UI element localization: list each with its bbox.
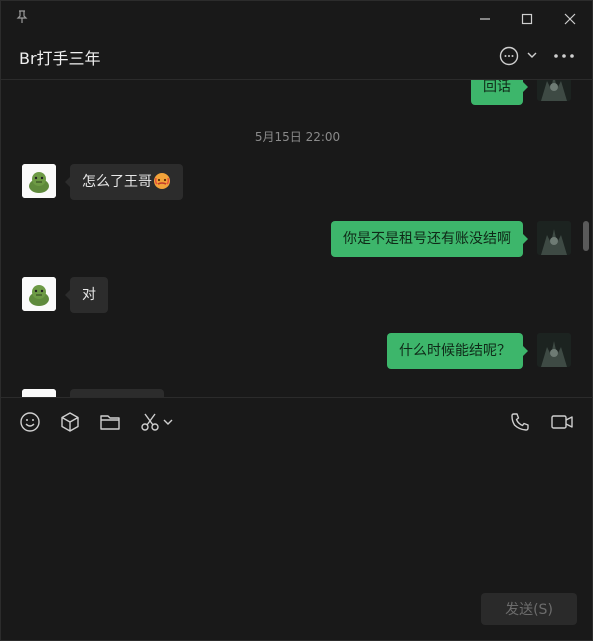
message-bubble[interactable]: 对 <box>65 277 108 313</box>
message-timestamp: 5月15日 22:00 <box>254 130 341 144</box>
avatar[interactable] <box>537 80 571 101</box>
avatar[interactable] <box>22 164 56 198</box>
phone-icon[interactable] <box>508 410 532 434</box>
chat-header: Br打手三年 <box>1 35 593 80</box>
message-bubble[interactable]: 什么时候能结呢？ <box>387 333 528 369</box>
message-bubble[interactable]: 回话 <box>471 80 528 105</box>
folder-icon[interactable] <box>98 410 122 434</box>
close-icon[interactable] <box>558 7 582 31</box>
pin-icon[interactable] <box>14 9 30 25</box>
message-bubble[interactable] <box>70 389 164 397</box>
chat-window: Br打手三年 回话 5月15日 22:00 怎么了王哥 你是不是租号还有账没结啊 <box>0 0 593 641</box>
message-text: 怎么了王哥 <box>82 174 152 190</box>
composer-toolbar <box>1 397 593 446</box>
hot-face-emoji <box>153 172 171 190</box>
more-icon[interactable] <box>554 54 574 58</box>
chat-bubble-icon[interactable] <box>498 45 520 67</box>
message-bubble[interactable]: 怎么了王哥 <box>65 164 183 200</box>
scissors-icon[interactable] <box>138 410 162 434</box>
message-list[interactable]: 回话 5月15日 22:00 怎么了王哥 你是不是租号还有账没结啊 对 什么时候… <box>1 80 593 397</box>
send-button[interactable]: 发送(S) <box>481 593 577 625</box>
video-icon[interactable] <box>549 410 575 434</box>
avatar[interactable] <box>22 277 56 311</box>
avatar[interactable] <box>22 389 56 397</box>
message-bubble[interactable]: 你是不是租号还有账没结啊 <box>331 221 528 257</box>
scrollbar[interactable] <box>583 221 589 251</box>
cube-icon[interactable] <box>58 410 82 434</box>
maximize-icon[interactable] <box>515 7 539 31</box>
avatar[interactable] <box>537 333 571 367</box>
title-bar <box>1 1 593 35</box>
emoji-icon[interactable] <box>18 410 42 434</box>
chat-title: Br打手三年 <box>19 49 101 68</box>
minimize-icon[interactable] <box>473 7 497 31</box>
chevron-down-icon[interactable] <box>527 51 537 59</box>
avatar[interactable] <box>537 221 571 255</box>
chevron-down-icon[interactable] <box>161 410 175 434</box>
message-input[interactable] <box>1 445 593 585</box>
